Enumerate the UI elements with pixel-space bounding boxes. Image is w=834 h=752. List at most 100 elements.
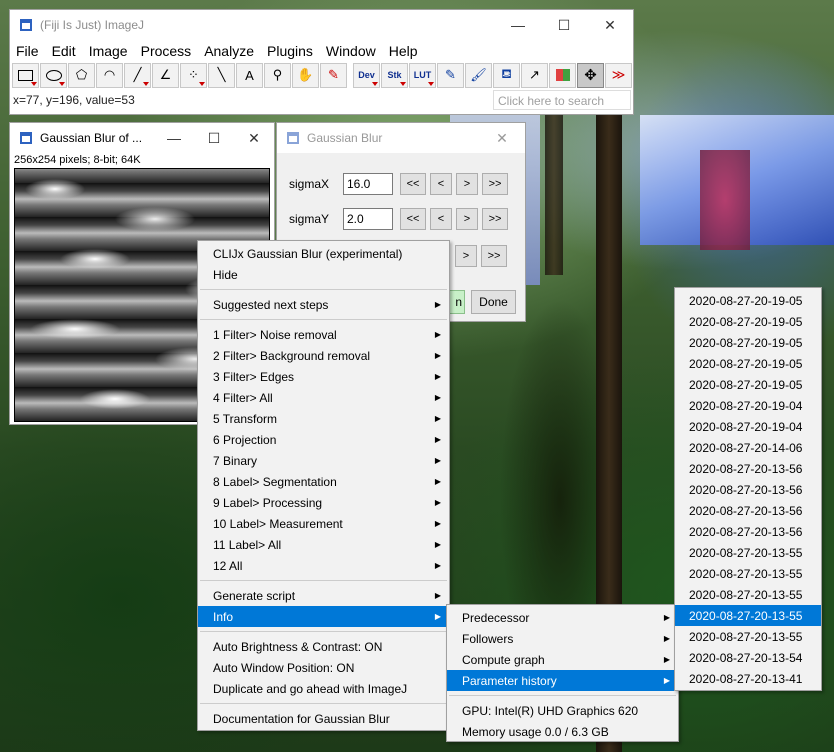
menu-item-info[interactable]: Info ▶ — [198, 606, 449, 627]
history-item[interactable]: 2020-08-27-20-13-41 — [675, 668, 821, 689]
sigma-y-inc-button[interactable]: > — [456, 208, 478, 230]
menu-item-suggested-next-steps[interactable]: Suggested next steps ▶ — [198, 294, 449, 315]
dialog-titlebar[interactable]: Gaussian Blur ✕ — [277, 123, 525, 153]
history-item[interactable]: 2020-08-27-20-13-54 — [675, 647, 821, 668]
angle-tool[interactable]: ∠ — [152, 62, 179, 88]
sigma-y-dec-large-button[interactable]: << — [400, 208, 426, 230]
menu-image[interactable]: Image — [89, 43, 128, 59]
color-tool[interactable] — [549, 62, 576, 88]
sigma-x-inc-large-button[interactable]: >> — [482, 173, 508, 195]
history-item[interactable]: 2020-08-27-20-13-55 — [675, 626, 821, 647]
minimize-button[interactable]: — — [495, 10, 541, 40]
sigma-x-inc-button[interactable]: > — [456, 173, 478, 195]
history-item[interactable]: 2020-08-27-20-19-04 — [675, 416, 821, 437]
image-close-button[interactable]: ✕ — [234, 123, 274, 153]
history-item[interactable]: 2020-08-27-20-14-06 — [675, 437, 821, 458]
dev-tool[interactable]: Dev — [353, 62, 380, 88]
sigma-x-field[interactable]: 16.0 — [343, 173, 393, 195]
image-titlebar[interactable]: Gaussian Blur of ... — ☐ ✕ — [10, 123, 274, 153]
menu-item-hide[interactable]: Hide — [198, 264, 449, 285]
menu-item-background-removal[interactable]: 2 Filter> Background removal ▶ — [198, 345, 449, 366]
submenu-item-followers[interactable]: Followers ▶ — [447, 628, 678, 649]
image-maximize-button[interactable]: ☐ — [194, 123, 234, 153]
history-item[interactable]: 2020-08-27-20-19-05 — [675, 311, 821, 332]
text-tool[interactable]: A — [236, 62, 263, 88]
arrow-tool[interactable]: ↗ — [521, 62, 548, 88]
submenu-item-predecessor[interactable]: Predecessor ▶ — [447, 607, 678, 628]
wand-tool[interactable]: ╲ — [208, 62, 235, 88]
lut-tool[interactable]: LUT — [409, 62, 436, 88]
history-item[interactable]: 2020-08-27-20-19-05 — [675, 332, 821, 353]
sigma-z-inc-button[interactable]: > — [455, 245, 477, 267]
menu-item-label-segmentation[interactable]: 8 Label> Segmentation ▶ — [198, 471, 449, 492]
sigma-x-dec-large-button[interactable]: << — [400, 173, 426, 195]
zoom-tool[interactable]: ⚲ — [264, 62, 291, 88]
menu-item-label-measurement[interactable]: 10 Label> Measurement ▶ — [198, 513, 449, 534]
history-item[interactable]: 2020-08-27-20-19-05 — [675, 374, 821, 395]
menu-item-edges[interactable]: 3 Filter> Edges ▶ — [198, 366, 449, 387]
more-tools[interactable]: ≫ — [605, 62, 632, 88]
menu-item-auto-window-position[interactable]: Auto Window Position: ON — [198, 657, 449, 678]
menu-help[interactable]: Help — [389, 43, 418, 59]
menu-item-generate-script[interactable]: Generate script ▶ — [198, 585, 449, 606]
rectangle-tool[interactable] — [12, 62, 39, 88]
image-minimize-button[interactable]: — — [154, 123, 194, 153]
menu-edit[interactable]: Edit — [52, 43, 76, 59]
menu-item-clijx-gaussian[interactable]: CLIJx Gaussian Blur (experimental) — [198, 243, 449, 264]
sigma-y-field[interactable]: 2.0 — [343, 208, 393, 230]
point-tool[interactable]: ⁘ — [180, 62, 207, 88]
menu-process[interactable]: Process — [141, 43, 192, 59]
sigma-y-dec-button[interactable]: < — [430, 208, 452, 230]
history-item[interactable]: 2020-08-27-20-19-04 — [675, 395, 821, 416]
flood-fill-tool[interactable]: ⛾ — [493, 62, 520, 88]
color-picker-tool[interactable]: ✎ — [320, 62, 347, 88]
history-item[interactable]: 2020-08-27-20-13-56 — [675, 479, 821, 500]
history-item[interactable]: 2020-08-27-20-19-05 — [675, 353, 821, 374]
freehand-tool[interactable]: ◠ — [96, 62, 123, 88]
history-item[interactable]: 2020-08-27-20-13-55 — [675, 542, 821, 563]
history-item[interactable]: 2020-08-27-20-13-56 — [675, 500, 821, 521]
sigma-x-dec-button[interactable]: < — [430, 173, 452, 195]
history-item[interactable]: 2020-08-27-20-13-56 — [675, 521, 821, 542]
main-titlebar[interactable]: (Fiji Is Just) ImageJ — ☐ ✕ — [10, 10, 633, 40]
dialog-close-button[interactable]: ✕ — [479, 123, 525, 153]
line-tool[interactable]: ╱ — [124, 62, 151, 88]
oval-tool[interactable] — [40, 62, 67, 88]
polygon-tool[interactable]: ⬠ — [68, 62, 95, 88]
move-tool[interactable]: ✥ — [577, 62, 604, 88]
submenu-item-gpu[interactable]: GPU: Intel(R) UHD Graphics 620 — [447, 700, 678, 721]
submenu-item-memory-usage[interactable]: Memory usage 0.0 / 6.3 GB — [447, 721, 678, 742]
history-item[interactable]: 2020-08-27-20-13-56 — [675, 458, 821, 479]
menu-item-auto-brightness[interactable]: Auto Brightness & Contrast: ON — [198, 636, 449, 657]
menu-window[interactable]: Window — [326, 43, 376, 59]
menu-item-label-all[interactable]: 11 Label> All ▶ — [198, 534, 449, 555]
pencil-tool[interactable]: ✎ — [437, 62, 464, 88]
menu-item-projection[interactable]: 6 Projection ▶ — [198, 429, 449, 450]
menu-item-duplicate-imagej[interactable]: Duplicate and go ahead with ImageJ — [198, 678, 449, 699]
close-button[interactable]: ✕ — [587, 10, 633, 40]
submenu-item-compute-graph[interactable]: Compute graph ▶ — [447, 649, 678, 670]
scroll-tool[interactable]: ✋ — [292, 62, 319, 88]
menu-item-filter-all[interactable]: 4 Filter> All ▶ — [198, 387, 449, 408]
history-item[interactable]: 2020-08-27-20-19-05 — [675, 290, 821, 311]
menu-item-transform[interactable]: 5 Transform ▶ — [198, 408, 449, 429]
history-item[interactable]: 2020-08-27-20-13-55 — [675, 563, 821, 584]
stk-tool[interactable]: Stk — [381, 62, 408, 88]
menu-analyze[interactable]: Analyze — [204, 43, 254, 59]
maximize-button[interactable]: ☐ — [541, 10, 587, 40]
menu-item-label-processing[interactable]: 9 Label> Processing ▶ — [198, 492, 449, 513]
menu-item-all[interactable]: 12 All ▶ — [198, 555, 449, 576]
history-item-selected[interactable]: 2020-08-27-20-13-55 — [675, 605, 821, 626]
done-button[interactable]: Done — [471, 290, 516, 314]
menu-plugins[interactable]: Plugins — [267, 43, 313, 59]
menu-item-documentation[interactable]: Documentation for Gaussian Blur — [198, 708, 449, 729]
sigma-y-inc-large-button[interactable]: >> — [482, 208, 508, 230]
menu-file[interactable]: File — [16, 43, 39, 59]
brush-tool[interactable]: 🖌 — [465, 62, 492, 88]
search-input[interactable]: Click here to search — [493, 90, 631, 110]
history-item[interactable]: 2020-08-27-20-13-55 — [675, 584, 821, 605]
sigma-z-inc-large-button[interactable]: >> — [481, 245, 507, 267]
menu-item-binary[interactable]: 7 Binary ▶ — [198, 450, 449, 471]
menu-item-noise-removal[interactable]: 1 Filter> Noise removal ▶ — [198, 324, 449, 345]
submenu-item-parameter-history[interactable]: Parameter history ▶ — [447, 670, 678, 691]
